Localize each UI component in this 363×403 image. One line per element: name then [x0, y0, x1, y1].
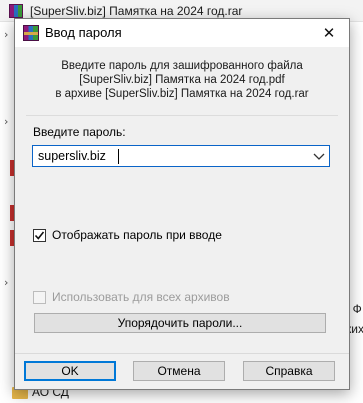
close-icon[interactable]: ✕ [309, 19, 349, 47]
organize-passwords-button[interactable]: Упорядочить пароли... [34, 313, 326, 333]
ok-button[interactable]: OK [24, 361, 116, 381]
info-line: в архиве [SuperSliv.biz] Памятка на 2024… [55, 88, 309, 100]
info-line: [SuperSliv.biz] Памятка на 2024 год.pdf [79, 74, 285, 86]
use-for-all-archives-checkbox[interactable] [33, 291, 46, 304]
checkmark-icon [34, 231, 45, 240]
text-caret [118, 149, 119, 164]
winrar-archive-icon [9, 4, 23, 18]
use-for-all-archives-label[interactable]: Использовать для всех архивов [52, 290, 230, 304]
show-password-checkbox[interactable] [33, 229, 46, 242]
dialog-title: Ввод пароля [45, 25, 122, 40]
winrar-archive-icon [23, 25, 39, 41]
chevron-right-icon[interactable]: › [4, 276, 8, 289]
dialog-info-text: Введите пароль для зашифрованного файла … [15, 59, 349, 101]
show-password-label[interactable]: Отображать пароль при вводе [52, 228, 222, 242]
footer-separator [15, 353, 349, 354]
password-dialog: Ввод пароля ✕ Введите пароль для зашифро… [14, 18, 350, 390]
chevron-right-icon[interactable]: › [4, 28, 8, 41]
chevron-down-icon[interactable] [313, 151, 325, 161]
password-label: Введите пароль: [33, 125, 126, 139]
dialog-titlebar[interactable]: Ввод пароля ✕ [15, 19, 349, 47]
explorer-file-title[interactable]: [SuperSliv.biz] Памятка на 2024 год.rar [30, 4, 242, 18]
password-combobox[interactable]: supersliv.biz [32, 145, 330, 167]
password-field-value[interactable]: supersliv.biz [38, 149, 106, 163]
info-line: Введите пароль для зашифрованного файла [61, 60, 303, 72]
help-button[interactable]: Справка [243, 361, 335, 381]
cancel-button[interactable]: Отмена [133, 361, 225, 381]
chevron-right-icon[interactable]: › [4, 115, 8, 128]
group-separator [26, 115, 338, 116]
